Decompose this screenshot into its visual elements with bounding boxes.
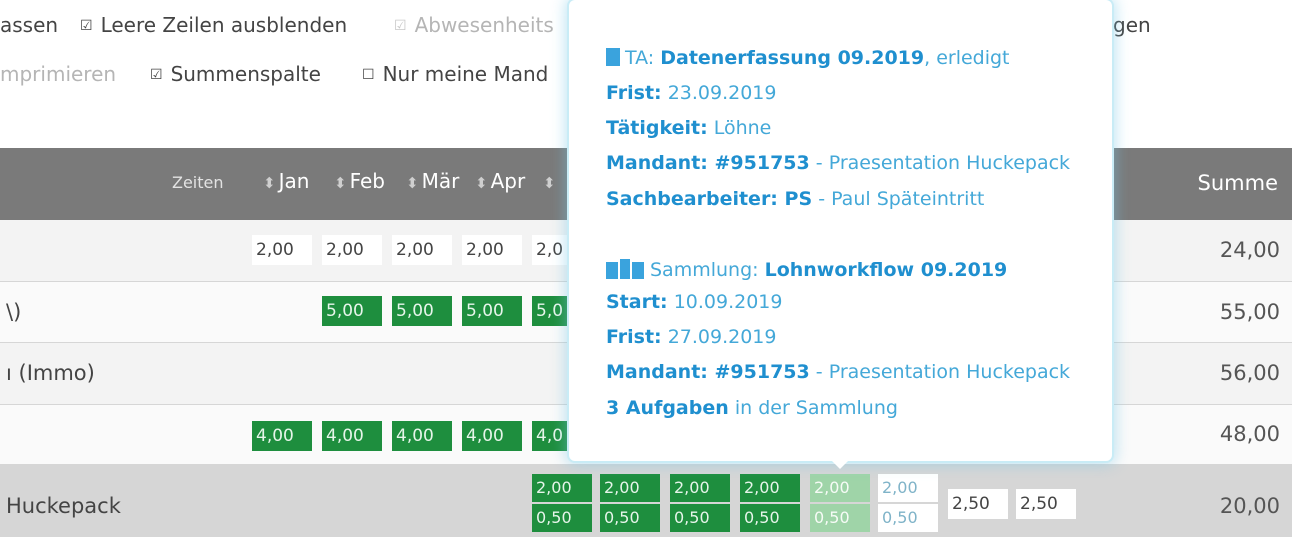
value-cell[interactable]: 0,50 — [878, 504, 938, 532]
option-0[interactable]: assen — [0, 13, 58, 37]
row-sum: 24,00 — [1219, 238, 1280, 262]
col-mar[interactable]: ⬍ Mär — [406, 169, 459, 193]
row-label: Huckepack — [6, 494, 121, 518]
option-summenspalte[interactable]: ☑ Summenspalte — [150, 62, 321, 86]
value-cell[interactable]: 4,00 — [322, 421, 382, 451]
row-sum: 55,00 — [1219, 300, 1280, 324]
task-title-line: TA: Datenerfassung 09.2019, erledigt — [606, 46, 1010, 69]
value-cell[interactable]: 2,00 — [600, 474, 660, 502]
value-cell[interactable]: 2,00 — [878, 474, 938, 502]
mandant-link[interactable]: Mandant: #951753 — [606, 152, 810, 174]
value-cell[interactable]: 2,00 — [740, 474, 800, 502]
col-feb[interactable]: ⬍ Feb — [334, 169, 385, 193]
value-cell[interactable]: 2,00 — [532, 474, 592, 502]
value-cell[interactable]: 2,00 — [252, 235, 312, 265]
checkbox-icon[interactable]: ☐ — [362, 67, 375, 83]
task-title-link[interactable]: Datenerfassung 09.2019 — [660, 47, 924, 69]
col-apr[interactable]: ⬍ Apr — [475, 169, 525, 193]
zeiten-label: Zeiten — [172, 173, 224, 192]
value-cell[interactable]: 4,00 — [462, 421, 522, 451]
row-label: \) — [6, 300, 22, 324]
option-nur-meine[interactable]: ☐ Nur meine Mand — [362, 62, 548, 86]
collection-icon — [606, 259, 644, 279]
option-abwesenheit[interactable]: ☑ Abwesenheits — [394, 13, 554, 37]
collection-start: Start: 10.09.2019 — [606, 291, 783, 313]
task-taetigkeit: Tätigkeit: Löhne — [606, 117, 772, 139]
sachbearbeiter-link[interactable]: Sachbearbeiter: PS — [606, 188, 812, 210]
table-row-selected: Huckepack 2,00 0,50 2,00 0,50 2,00 0,50 … — [0, 465, 1292, 537]
value-cell[interactable]: 5,00 — [322, 296, 382, 326]
sort-icon[interactable]: ⬍ — [263, 174, 276, 192]
value-cell[interactable]: 0,50 — [810, 504, 870, 532]
collection-count: 3 Aufgaben in der Sammlung — [606, 397, 898, 419]
value-cell[interactable]: 4,00 — [252, 421, 312, 451]
collection-mandant: Mandant: #951753 - Praesentation Huckepa… — [606, 361, 1071, 383]
value-cell[interactable]: 2,00 — [392, 235, 452, 265]
summe-header: Summe — [1197, 171, 1278, 195]
value-cell[interactable]: 4,0 — [532, 421, 570, 451]
value-cell[interactable]: 2,00 — [810, 474, 870, 502]
checkbox-icon[interactable]: ☑ — [394, 18, 407, 34]
checkbox-icon[interactable]: ☑ — [150, 67, 163, 83]
task-frist: Frist: 23.09.2019 — [606, 82, 777, 104]
checkbox-icon[interactable]: ☑ — [80, 18, 93, 34]
value-cell[interactable]: 2,00 — [322, 235, 382, 265]
tooltip-arrow — [831, 460, 849, 469]
task-mandant: Mandant: #951753 - Praesentation Huckepa… — [606, 152, 1071, 174]
value-cell[interactable]: 2,0 — [532, 235, 570, 265]
mandant-link[interactable]: Mandant: #951753 — [606, 361, 810, 383]
value-cell[interactable]: 2,50 — [948, 489, 1008, 519]
aufgaben-link[interactable]: 3 Aufgaben — [606, 397, 729, 419]
col-jan[interactable]: ⬍ Jan — [263, 169, 309, 193]
row-label: ı (Immo) — [6, 361, 95, 385]
value-cell[interactable]: 0,50 — [740, 504, 800, 532]
sort-icon[interactable]: ⬍ — [334, 174, 347, 192]
value-cell[interactable]: 5,00 — [462, 296, 522, 326]
sort-icon[interactable]: ⬍ — [475, 174, 488, 192]
row-sum: 48,00 — [1219, 422, 1280, 446]
collection-title-line: Sammlung: Lohnworkflow 09.2019 — [606, 256, 1007, 281]
value-cell[interactable]: 5,0 — [532, 296, 570, 326]
value-cell[interactable]: 0,50 — [532, 504, 592, 532]
document-icon — [606, 48, 620, 66]
option-leere-zeilen[interactable]: ☑ Leere Zeilen ausblenden — [80, 13, 347, 37]
value-cell[interactable]: 0,50 — [600, 504, 660, 532]
value-cell[interactable]: 2,00 — [670, 474, 730, 502]
collection-frist: Frist: 27.09.2019 — [606, 326, 777, 348]
task-tooltip: TA: Datenerfassung 09.2019, erledigt Fri… — [569, 0, 1112, 469]
value-cell[interactable]: 4,00 — [392, 421, 452, 451]
option-cut-right[interactable]: gen — [1113, 13, 1151, 37]
row-sum: 20,00 — [1219, 494, 1280, 518]
row-sum: 56,00 — [1219, 361, 1280, 385]
task-sachbearbeiter: Sachbearbeiter: PS - Paul Späteintritt — [606, 188, 985, 210]
option-komprimieren[interactable]: mprimieren — [0, 62, 116, 86]
sort-icon[interactable]: ⬍ — [543, 174, 556, 192]
value-cell[interactable]: 0,50 — [670, 504, 730, 532]
col-next-sort[interactable]: ⬍ — [543, 169, 559, 193]
collection-title-link[interactable]: Lohnworkflow 09.2019 — [765, 259, 1008, 281]
sort-icon[interactable]: ⬍ — [406, 174, 419, 192]
value-cell[interactable]: 2,50 — [1016, 489, 1076, 519]
value-cell[interactable]: 5,00 — [392, 296, 452, 326]
value-cell[interactable]: 2,00 — [462, 235, 522, 265]
